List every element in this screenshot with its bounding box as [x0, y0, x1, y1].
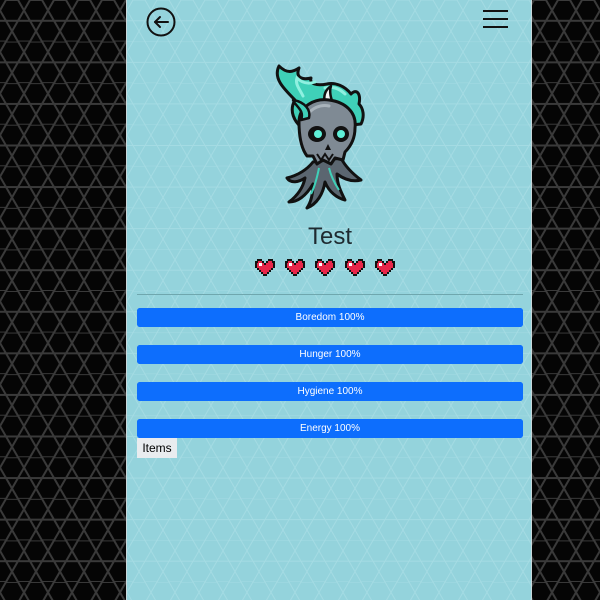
items-button[interactable]: Items	[137, 438, 177, 458]
heart-icon	[285, 259, 305, 278]
ghost-creature-avatar	[275, 64, 365, 210]
menu-button[interactable]	[482, 9, 509, 31]
heart-icon	[255, 259, 275, 278]
energy-progress-bar: Energy 100%	[137, 419, 523, 438]
hamburger-menu-icon	[483, 10, 508, 28]
lives-hearts	[253, 257, 397, 279]
hunger-label: Hunger 100%	[299, 349, 361, 360]
heart-icon	[315, 259, 335, 278]
hygiene-label: Hygiene 100%	[297, 386, 363, 397]
boredom-label: Boredom 100%	[295, 312, 365, 323]
back-button[interactable]	[146, 7, 176, 37]
heart-icon	[345, 259, 365, 278]
heart-icon	[375, 259, 395, 278]
hunger-progress-bar: Hunger 100%	[137, 345, 523, 364]
boredom-progress-bar: Boredom 100%	[137, 308, 523, 327]
app-screen: Test Boredom 100% Hunger 100% Hygiene 10…	[126, 0, 532, 600]
energy-label: Energy 100%	[299, 423, 361, 434]
arrow-left-circle-icon	[146, 7, 176, 37]
hygiene-progress-bar: Hygiene 100%	[137, 382, 523, 401]
section-divider	[137, 294, 523, 295]
pet-name: Test	[307, 223, 352, 250]
